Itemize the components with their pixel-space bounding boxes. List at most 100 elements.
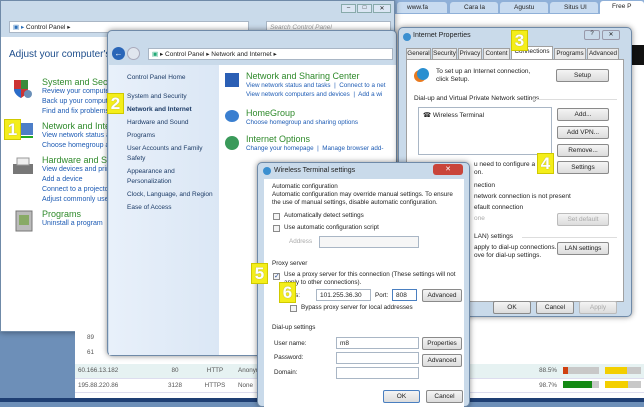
step-badge-5: 5	[251, 263, 268, 284]
use-proxy-label: Use a proxy server for this connection (…	[284, 271, 456, 286]
setup-button[interactable]: Setup	[556, 69, 609, 82]
set-default-button[interactable]: Set default	[557, 213, 609, 226]
use-proxy-checkbox[interactable]: ✓	[273, 273, 280, 280]
link[interactable]: Manage browser add-	[322, 145, 383, 152]
address-bar[interactable]: ▣ ▸ Control Panel ▸ Network and Internet…	[148, 48, 393, 60]
breadcrumb-item[interactable]: Control Panel	[165, 51, 204, 58]
sidebar-item-system-security[interactable]: System and Security	[127, 92, 219, 102]
sidebar-item-network-internet[interactable]: Network and Internet	[127, 105, 219, 115]
dial-option-when-absent[interactable]: network connection is not present	[474, 193, 571, 201]
connections-list[interactable]: ☎ Wireless Terminal	[418, 107, 552, 155]
cancel-button[interactable]: Cancel	[536, 301, 574, 314]
list-item[interactable]: Wireless Terminal	[433, 112, 484, 119]
link[interactable]: Change your homepage	[246, 145, 314, 152]
username-input[interactable]: m8	[336, 337, 419, 349]
domain-input[interactable]	[336, 367, 419, 379]
tab-advanced[interactable]: Advanced	[587, 48, 619, 59]
dialup-advanced-button[interactable]: Advanced	[422, 354, 462, 367]
network-icon: ▣	[152, 51, 159, 58]
sidebar-item-clock-language[interactable]: Clock, Language, and Region	[127, 190, 219, 200]
dialup-heading: Dial-up and Virtual Private Network sett…	[414, 95, 540, 102]
add-button[interactable]: Add...	[557, 108, 609, 121]
link[interactable]: Adjust commonly use	[42, 195, 112, 205]
add-vpn-button[interactable]: Add VPN...	[557, 126, 609, 139]
ip-cell: 195.88.220.86	[75, 378, 155, 393]
category-network-internet[interactable]: Network and Inte	[42, 121, 112, 131]
sidebar-item-programs[interactable]: Programs	[127, 131, 219, 141]
category-programs[interactable]: Programs	[42, 209, 103, 219]
close-button[interactable]: ✕	[602, 30, 620, 40]
domain-label: Domain:	[274, 369, 298, 376]
remove-button[interactable]: Remove...	[557, 144, 609, 157]
sidebar-item-home[interactable]: Control Panel Home	[127, 73, 219, 83]
proxy-advanced-button[interactable]: Advanced	[422, 289, 462, 302]
speed-bar	[563, 367, 599, 375]
cancel-button[interactable]: Cancel	[426, 390, 463, 403]
link[interactable]: Add a device	[42, 175, 112, 185]
category-system-security[interactable]: System and Secu	[42, 77, 112, 87]
step-badge-1: 1	[4, 119, 21, 140]
link[interactable]: Add a wi	[358, 91, 382, 98]
tab-security[interactable]: Security	[432, 48, 457, 59]
speed-fill	[563, 381, 592, 389]
link[interactable]: Choose homegroup and sharing options	[246, 118, 358, 127]
auto-script-checkbox[interactable]	[273, 225, 280, 232]
sidebar: Control Panel Home System and Security N…	[109, 65, 219, 355]
link[interactable]: View devices and printe	[42, 165, 112, 175]
browser-tab[interactable]: www.fa	[397, 2, 447, 13]
password-input[interactable]	[336, 352, 419, 364]
breadcrumb-item[interactable]: Network and Internet	[211, 51, 271, 58]
port-input[interactable]: 808	[392, 289, 417, 301]
link[interactable]: Connect to a net	[339, 82, 385, 89]
link[interactable]: Review your computer	[42, 87, 112, 97]
proxy-address-input[interactable]: 101.255.36.30	[316, 289, 371, 301]
maximize-button[interactable]: □	[357, 4, 372, 13]
script-address-input[interactable]	[319, 236, 419, 248]
network-sharing-center-link[interactable]: Network and Sharing Center	[246, 72, 385, 81]
dial-option-never[interactable]: nection	[474, 182, 495, 190]
sidebar-item-appearance[interactable]: Appearance and Personalization	[127, 167, 197, 187]
ok-button[interactable]: OK	[493, 301, 531, 314]
dial-option-always[interactable]: efault connection	[474, 204, 523, 212]
close-button[interactable]: ✕	[433, 164, 463, 175]
forward-button[interactable]	[127, 47, 140, 60]
browser-tab[interactable]: Agustu	[500, 2, 548, 13]
step-badge-2: 2	[107, 93, 124, 114]
bypass-local-checkbox[interactable]	[290, 305, 297, 312]
browser-tab[interactable]: Cara la	[450, 2, 498, 13]
link[interactable]: View network status and tasks	[246, 82, 331, 89]
auto-detect-checkbox[interactable]	[273, 213, 280, 220]
link[interactable]: View network status an	[42, 131, 112, 141]
close-button[interactable]: ✕	[373, 4, 391, 13]
type-cell: HTTP	[195, 364, 235, 379]
minimize-button[interactable]: –	[341, 4, 356, 13]
homegroup-link[interactable]: HomeGroup	[246, 109, 358, 118]
link[interactable]: Back up your compute	[42, 97, 112, 107]
link[interactable]: Uninstall a program	[42, 219, 103, 229]
tab-general[interactable]: General	[406, 48, 431, 59]
lan-settings-button[interactable]: LAN settings	[557, 242, 609, 255]
link[interactable]: Find and fix problems	[42, 107, 112, 117]
settings-button[interactable]: Settings	[557, 161, 609, 174]
address-label: Address	[289, 238, 313, 245]
internet-options-link[interactable]: Internet Options	[246, 135, 383, 144]
auto-detect-label: Automatically detect settings	[284, 212, 364, 219]
back-button[interactable]: ←	[112, 47, 125, 60]
properties-button[interactable]: Properties	[422, 337, 462, 350]
sidebar-item-user-accounts[interactable]: User Accounts and Family Safety	[127, 144, 212, 164]
tab-content[interactable]: Content	[483, 48, 510, 59]
tab-programs[interactable]: Programs	[554, 48, 586, 59]
printer-icon	[11, 156, 35, 180]
category-hardware-sound[interactable]: Hardware and So	[42, 155, 112, 165]
link[interactable]: Connect to a projector	[42, 185, 112, 195]
tab-privacy[interactable]: Privacy	[458, 48, 482, 59]
help-button[interactable]: ?	[584, 30, 600, 40]
browser-tab[interactable]: Situs UI	[550, 2, 598, 13]
browser-tab-active[interactable]: Free P	[600, 1, 644, 14]
sidebar-item-hardware-sound[interactable]: Hardware and Sound	[127, 118, 219, 128]
ok-button[interactable]: OK	[383, 390, 420, 403]
apply-button[interactable]: Apply	[579, 301, 617, 314]
link[interactable]: View network computers and devices	[246, 91, 350, 98]
sidebar-item-ease-of-access[interactable]: Ease of Access	[127, 203, 219, 213]
link[interactable]: Choose homegroup an	[42, 141, 112, 151]
